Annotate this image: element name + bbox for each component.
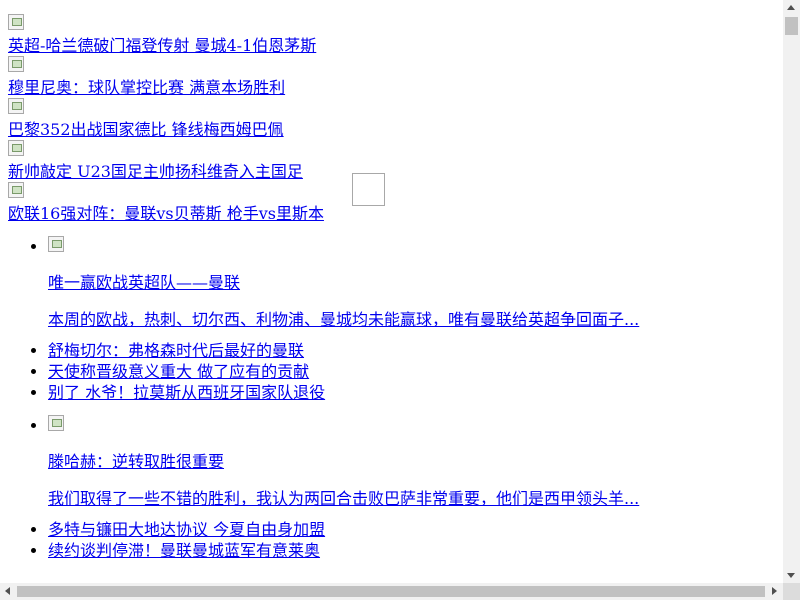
- scroll-right-arrow-icon[interactable]: [772, 587, 777, 595]
- scroll-down-arrow-icon[interactable]: [787, 573, 795, 578]
- slide-title: 英超-哈兰德破门福登传射 曼城4-1伯恩茅斯: [8, 36, 317, 55]
- feature-image-link[interactable]: [48, 415, 64, 435]
- list-item: 别了 水爷！拉莫斯从西班牙国家队退役: [48, 382, 778, 403]
- broken-image-icon: [8, 98, 24, 114]
- news-link[interactable]: 别了 水爷！拉莫斯从西班牙国家队退役: [48, 383, 325, 402]
- list-item: 天使称晋级意义重大 做了应有的贡献: [48, 361, 778, 382]
- list-item: 续约谈判停滞！曼联曼城蓝军有意莱奥: [48, 540, 778, 561]
- broken-image-icon: [8, 56, 24, 72]
- slide-link[interactable]: 欧联16强对阵：曼联vs贝蒂斯 枪手vs里斯本: [8, 182, 778, 224]
- vertical-scrollbar[interactable]: [783, 0, 800, 583]
- feature-summary-link[interactable]: 我们取得了一些不错的胜利，我认为两回合击败巴萨非常重要，他们是西甲领头羊...: [48, 489, 639, 508]
- horizontal-scroll-thumb[interactable]: [17, 586, 765, 597]
- slide-title: 欧联16强对阵：曼联vs贝蒂斯 枪手vs里斯本: [8, 204, 324, 223]
- list-item: 多特与镰田大地达协议 今夏自由身加盟: [48, 519, 778, 540]
- feature-title-link[interactable]: 滕哈赫：逆转取胜很重要: [48, 452, 224, 471]
- news-list: 唯一赢欧战英超队——曼联 本周的欧战，热刺、切尔西、利物浦、曼城均未能赢球，唯有…: [8, 236, 778, 561]
- slide-link[interactable]: 英超-哈兰德破门福登传射 曼城4-1伯恩茅斯: [8, 14, 778, 56]
- slide-link[interactable]: 穆里尼奥：球队掌控比赛 满意本场胜利: [8, 56, 778, 98]
- scroll-left-arrow-icon[interactable]: [5, 587, 10, 595]
- page-content: 英超-哈兰德破门福登传射 曼城4-1伯恩茅斯 穆里尼奥：球队掌控比赛 满意本场胜…: [8, 14, 778, 561]
- page-viewport: 英超-哈兰德破门福登传射 曼城4-1伯恩茅斯 穆里尼奥：球队掌控比赛 满意本场胜…: [0, 0, 783, 583]
- horizontal-scrollbar[interactable]: [0, 583, 783, 600]
- news-link[interactable]: 舒梅切尔：弗格森时代后最好的曼联: [48, 341, 304, 360]
- broken-image-icon[interactable]: [352, 173, 385, 206]
- feature-image-link[interactable]: [48, 236, 64, 256]
- feature-news-item: 唯一赢欧战英超队——曼联 本周的欧战，热刺、切尔西、利物浦、曼城均未能赢球，唯有…: [48, 236, 778, 330]
- broken-image-icon: [8, 182, 24, 198]
- news-link[interactable]: 天使称晋级意义重大 做了应有的贡献: [48, 362, 309, 381]
- list-item: 舒梅切尔：弗格森时代后最好的曼联: [48, 340, 778, 361]
- headline-slider: 英超-哈兰德破门福登传射 曼城4-1伯恩茅斯 穆里尼奥：球队掌控比赛 满意本场胜…: [8, 14, 778, 224]
- feature-summary-link[interactable]: 本周的欧战，热刺、切尔西、利物浦、曼城均未能赢球，唯有曼联给英超争回面子...: [48, 310, 639, 329]
- slide-title: 巴黎352出战国家德比 锋线梅西姆巴佩: [8, 120, 284, 139]
- broken-image-icon: [8, 140, 24, 156]
- feature-title-link[interactable]: 唯一赢欧战英超队——曼联: [48, 273, 240, 292]
- slide-link[interactable]: 巴黎352出战国家德比 锋线梅西姆巴佩: [8, 98, 778, 140]
- feature-news-item: 滕哈赫：逆转取胜很重要 我们取得了一些不错的胜利，我认为两回合击败巴萨非常重要，…: [48, 415, 778, 509]
- slide-title: 穆里尼奥：球队掌控比赛 满意本场胜利: [8, 78, 286, 97]
- slide-title: 新帅敲定 U23国足主帅扬科维奇入主国足: [8, 162, 303, 181]
- scroll-up-arrow-icon[interactable]: [787, 5, 795, 10]
- slide-link[interactable]: 新帅敲定 U23国足主帅扬科维奇入主国足: [8, 140, 778, 182]
- news-link[interactable]: 续约谈判停滞！曼联曼城蓝军有意莱奥: [48, 541, 320, 560]
- news-link[interactable]: 多特与镰田大地达协议 今夏自由身加盟: [48, 520, 325, 539]
- scrollbar-corner: [783, 583, 800, 600]
- broken-image-icon: [8, 14, 24, 30]
- broken-image-icon: [48, 236, 64, 252]
- vertical-scroll-thumb[interactable]: [785, 17, 798, 35]
- broken-image-icon: [48, 415, 64, 431]
